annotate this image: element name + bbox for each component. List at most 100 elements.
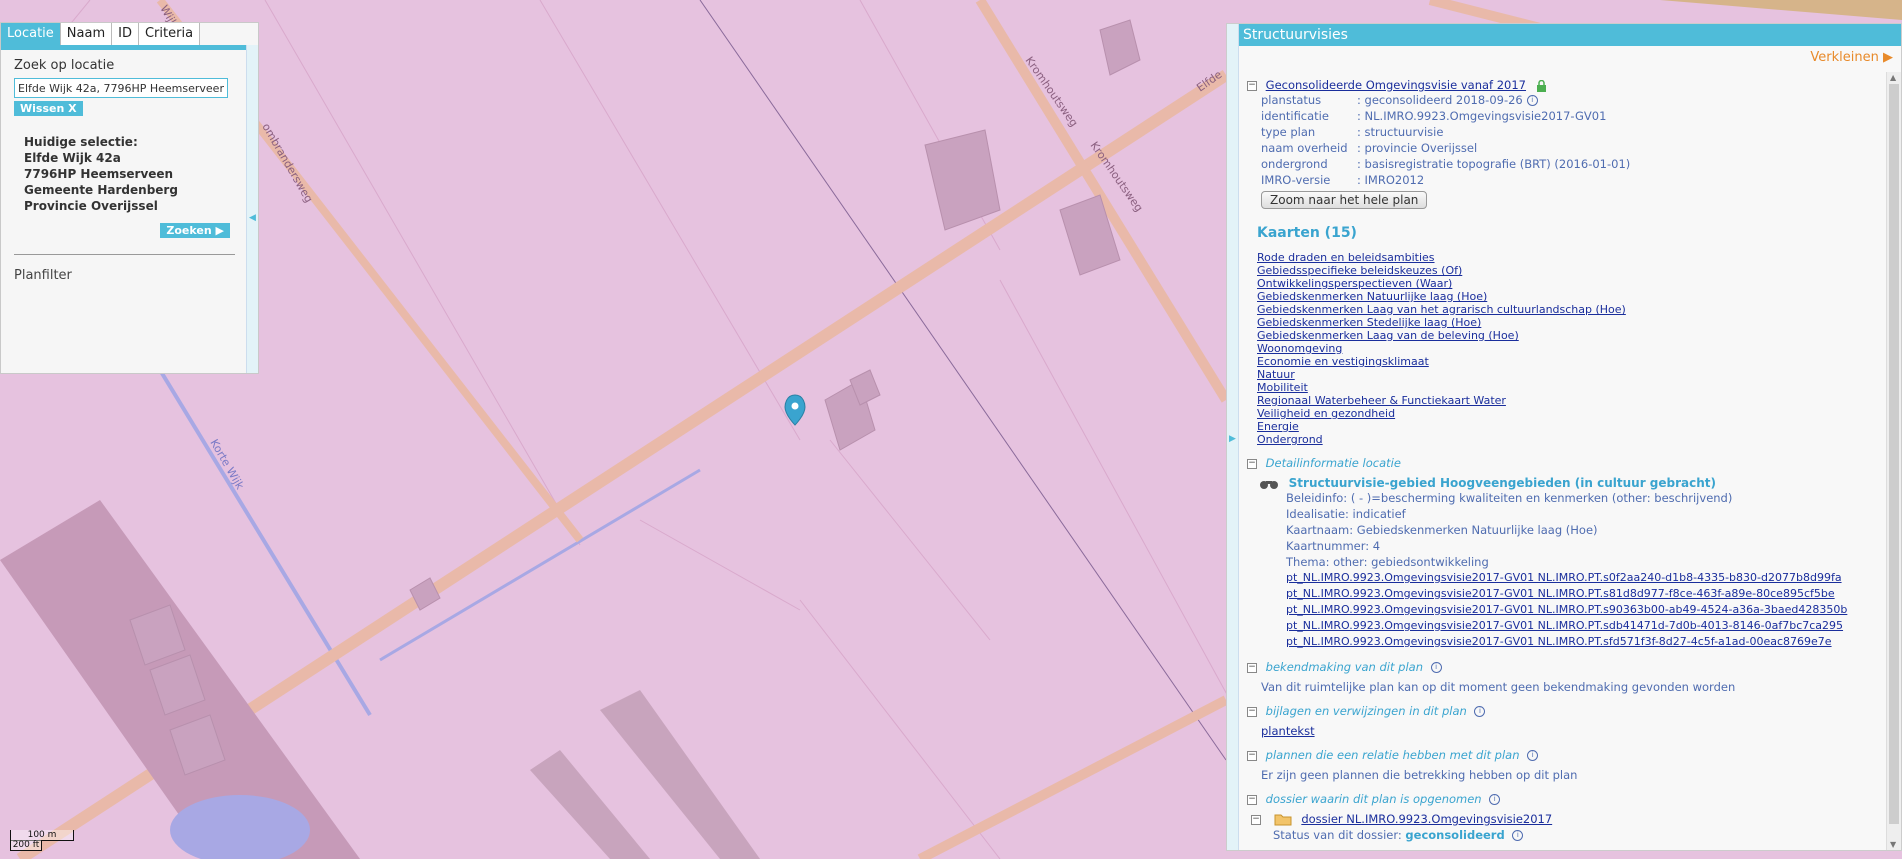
search-button[interactable]: Zoeken ▶ <box>160 223 230 238</box>
kaart-link[interactable]: Regionaal Waterbeheer & Functiekaart Wat… <box>1257 394 1885 407</box>
folder-icon <box>1274 814 1292 826</box>
location-search-input[interactable] <box>14 78 228 98</box>
tab-naam[interactable]: Naam <box>60 23 113 45</box>
plantekst-link[interactable]: plantekst <box>1261 724 1315 738</box>
tab-criteria[interactable]: Criteria <box>138 23 201 45</box>
kaart-link[interactable]: Mobiliteit <box>1257 381 1885 394</box>
collapse-left-icon[interactable]: ◀ <box>249 213 256 223</box>
detail-object-link[interactable]: pt_NL.IMRO.9923.Omgevingsvisie2017-GV01 … <box>1286 586 1885 602</box>
field-key: ondergrond <box>1261 157 1328 171</box>
detail-line: Kaartnummer: 4 <box>1286 539 1381 553</box>
field-key: type plan <box>1261 125 1316 139</box>
field-key: planstatus <box>1261 93 1322 107</box>
collapse-toggle-icon[interactable]: − <box>1247 750 1257 761</box>
detail-line: Idealisatie: indicatief <box>1286 507 1406 521</box>
collapse-toggle-icon[interactable]: − <box>1247 458 1257 469</box>
selection-title: Huidige selectie: <box>24 135 138 149</box>
bekendmaking-section: − bekendmaking van dit plan i Van dit ru… <box>1247 660 1885 694</box>
shrink-label: Verkleinen <box>1810 50 1879 65</box>
info-icon[interactable]: i <box>1430 662 1442 673</box>
current-selection: Huidige selectie: Elfde Wijk 42a 7796HP … <box>24 134 245 214</box>
plan-field-row: planstatus: geconsolideerd 2018-09-26 i <box>1261 92 1885 108</box>
planfilter-label[interactable]: Planfilter <box>14 268 245 283</box>
kaart-link[interactable]: Energie <box>1257 420 1885 433</box>
bijlagen-title: bijlagen en verwijzingen in dit plan <box>1265 704 1467 718</box>
kaart-link[interactable]: Ondergrond <box>1257 433 1885 446</box>
kaart-link[interactable]: Ontwikkelingsperspectieven (Waar) <box>1257 277 1885 290</box>
kaart-link[interactable]: Gebiedskenmerken Laag van het agrarisch … <box>1257 303 1885 316</box>
kaart-link[interactable]: Woonomgeving <box>1257 342 1885 355</box>
dossier-section: − dossier waarin dit plan is opgenomen i… <box>1247 792 1885 842</box>
kaart-link[interactable]: Veiligheid en gezondheid <box>1257 407 1885 420</box>
divider <box>14 254 235 255</box>
arrow-right-icon: ▶ <box>1883 50 1893 65</box>
kaart-link[interactable]: Rode draden en beleidsambities <box>1257 251 1885 264</box>
detail-object-link[interactable]: pt_NL.IMRO.9923.Omgevingsvisie2017-GV01 … <box>1286 634 1885 650</box>
field-value: : basisregistratie topografie (BRT) (201… <box>1357 157 1631 171</box>
expand-right-icon[interactable]: ▶ <box>1229 434 1236 444</box>
selection-postcode: 7796HP Heemserveen <box>24 167 174 181</box>
collapse-toggle-icon[interactable]: − <box>1247 80 1257 91</box>
info-icon[interactable]: i <box>1489 794 1501 805</box>
search-button-label: Zoeken <box>166 224 212 237</box>
scroll-up-icon[interactable]: ▲ <box>1890 73 1896 82</box>
selection-municipality: Gemeente Hardenberg <box>24 183 178 197</box>
search-label: Zoek op locatie <box>14 58 115 73</box>
detail-line: Thema: other: gebiedsontwikkeling <box>1286 555 1489 569</box>
scale-bar: 100 m 200 ft <box>10 830 74 851</box>
kaart-link[interactable]: Economie en vestigingsklimaat <box>1257 355 1885 368</box>
info-panel: ▶ Structuurvisies Verkleinen ▶ ▲ ▼ − Gec… <box>1226 23 1902 851</box>
field-key: naam overheid <box>1261 141 1348 155</box>
dossier-status-value: geconsolideerd <box>1405 828 1505 842</box>
detail-item-title: Structuurvisie-gebied Hoogveengebieden (… <box>1288 476 1716 490</box>
scroll-down-icon[interactable]: ▼ <box>1890 840 1896 849</box>
collapse-strip[interactable]: ◀ <box>246 45 258 373</box>
search-tabs: Locatie Naam ID Criteria <box>1 23 258 50</box>
expand-strip[interactable]: ▶ <box>1227 24 1239 850</box>
info-icon[interactable]: i <box>1527 750 1539 761</box>
detail-section-title: Detailinformatie locatie <box>1265 456 1401 470</box>
info-icon[interactable]: i <box>1474 706 1486 717</box>
clear-button[interactable]: Wissen X <box>14 101 83 116</box>
kaart-link[interactable]: Gebiedskenmerken Natuurlijke laag (Hoe) <box>1257 290 1885 303</box>
kaart-link[interactable]: Gebiedskenmerken Laag van de beleving (H… <box>1257 329 1885 342</box>
relaties-text: Er zijn geen plannen die betrekking hebb… <box>1261 768 1578 782</box>
field-value: : NL.IMRO.9923.Omgevingsvisie2017-GV01 <box>1357 109 1607 123</box>
relaties-section: − plannen die een relatie hebben met dit… <box>1247 748 1885 782</box>
detail-object-link[interactable]: pt_NL.IMRO.9923.Omgevingsvisie2017-GV01 … <box>1286 602 1885 618</box>
relaties-title: plannen die een relatie hebben met dit p… <box>1265 748 1520 762</box>
info-icon[interactable]: i <box>1526 95 1538 106</box>
kaart-link[interactable]: Natuur <box>1257 368 1885 381</box>
collapse-toggle-icon[interactable]: − <box>1247 662 1257 673</box>
bijlagen-section: − bijlagen en verwijzingen in dit plan i… <box>1247 704 1885 738</box>
tab-id[interactable]: ID <box>112 23 139 45</box>
dossier-status-label: Status van dit dossier: <box>1273 828 1402 842</box>
plan-field-row: ondergrond : basisregistratie topografie … <box>1261 156 1885 172</box>
detail-line: Beleidinfo: ( - )=bescherming kwaliteite… <box>1286 491 1733 505</box>
kaart-link[interactable]: Gebiedskenmerken Stedelijke laag (Hoe) <box>1257 316 1885 329</box>
collapse-toggle-icon[interactable]: − <box>1247 706 1257 717</box>
scrollbar-thumb[interactable] <box>1889 84 1899 824</box>
kaart-list: Rode draden en beleidsambities Gebiedssp… <box>1257 251 1885 446</box>
detail-object-link[interactable]: pt_NL.IMRO.9923.Omgevingsvisie2017-GV01 … <box>1286 618 1885 634</box>
info-content: − Geconsolideerde Omgevingsvisie vanaf 2… <box>1247 78 1885 850</box>
tab-locatie[interactable]: Locatie <box>1 23 61 45</box>
binoculars-icon <box>1260 480 1278 489</box>
collapse-toggle-icon[interactable]: − <box>1247 794 1257 805</box>
play-arrow-icon: ▶ <box>215 224 224 237</box>
shrink-button[interactable]: Verkleinen ▶ <box>1810 50 1893 65</box>
plan-name-link[interactable]: Geconsolideerde Omgevingsvisie vanaf 201… <box>1266 78 1526 92</box>
bekendmaking-text: Van dit ruimtelijke plan kan op dit mome… <box>1261 680 1736 694</box>
collapse-toggle-icon[interactable]: − <box>1251 814 1261 825</box>
detail-object-link[interactable]: pt_NL.IMRO.9923.Omgevingsvisie2017-GV01 … <box>1286 570 1885 586</box>
scrollbar[interactable]: ▲ ▼ <box>1886 72 1901 850</box>
kaarten-title: Kaarten (15) <box>1257 225 1357 241</box>
detail-line: Kaartnaam: Gebiedskenmerken Natuurlijke … <box>1286 523 1598 537</box>
plan-field-row: identificatie : NL.IMRO.9923.Omgevingsvis… <box>1261 108 1885 124</box>
zoom-to-plan-button[interactable]: Zoom naar het hele plan <box>1261 191 1428 209</box>
detail-section: − Detailinformatie locatie Structuurvisi… <box>1247 456 1885 650</box>
kaart-link[interactable]: Gebiedsspecifieke beleidskeuzes (Of) <box>1257 264 1885 277</box>
info-icon[interactable]: i <box>1512 830 1524 841</box>
dossier-link[interactable]: dossier NL.IMRO.9923.Omgevingsvisie2017 <box>1301 812 1552 826</box>
field-key: identificatie <box>1261 109 1329 123</box>
